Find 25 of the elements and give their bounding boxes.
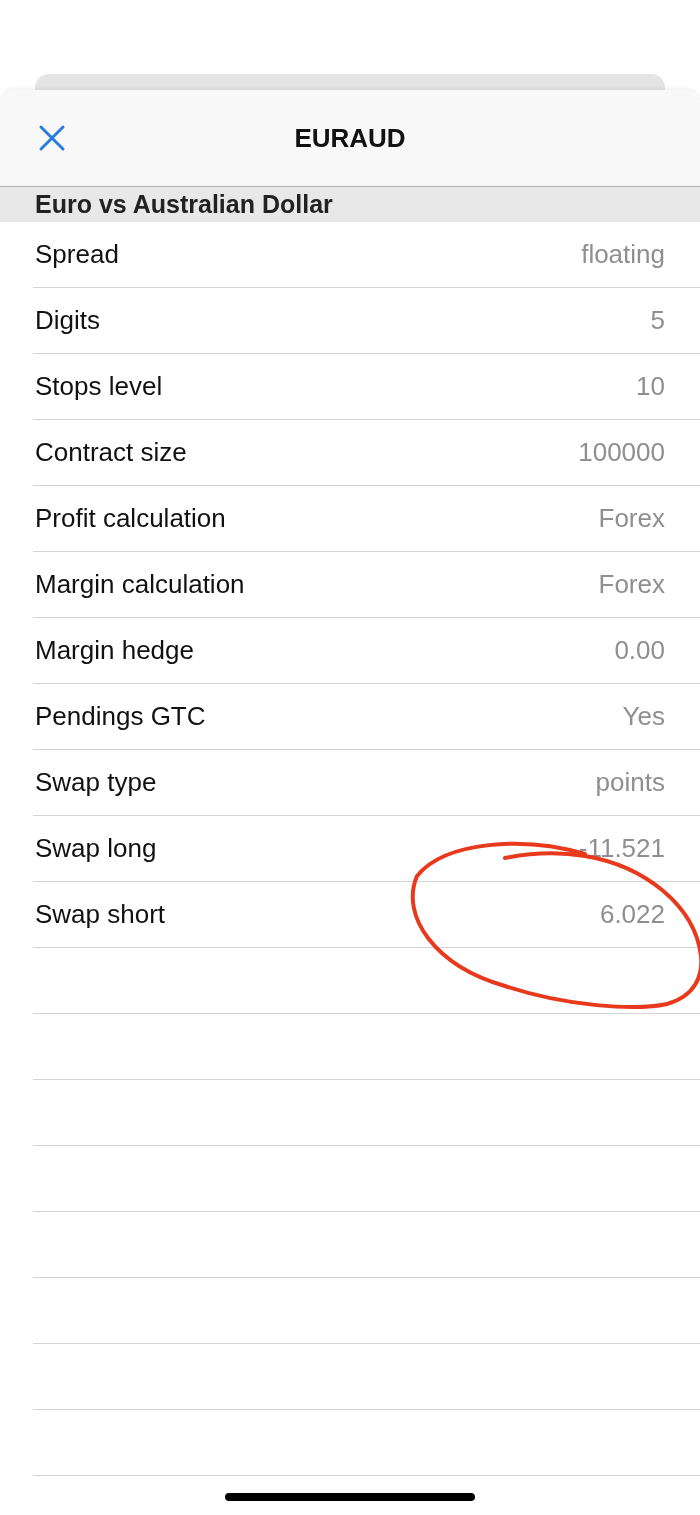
row-value: 6.022 xyxy=(599,899,665,930)
row-value: Yes xyxy=(622,701,665,732)
row-value: points xyxy=(595,767,665,798)
row-value: 100000 xyxy=(578,437,665,468)
row-value: floating xyxy=(581,239,665,270)
row-label: Spread xyxy=(35,239,119,270)
row-value: Forex xyxy=(598,503,665,534)
row-label: Contract size xyxy=(35,437,187,468)
row-label: Margin hedge xyxy=(35,635,194,666)
row-label: Pendings GTC xyxy=(35,701,206,732)
row-label: Stops level xyxy=(35,371,163,402)
row-value: 10 xyxy=(636,371,665,402)
row-value: Forex xyxy=(598,569,665,600)
row-value: 5 xyxy=(650,305,665,336)
row-label: Swap short xyxy=(35,899,166,930)
row-value: -11.521 xyxy=(578,833,665,864)
close-icon xyxy=(38,124,66,152)
row-value: 0.00 xyxy=(614,635,665,666)
row-label: Digits xyxy=(35,305,100,336)
window-title: EURAUD xyxy=(294,122,406,154)
row-label: Profit calculation xyxy=(35,503,226,534)
row-label: Margin calculation xyxy=(35,569,245,600)
row-label: Swap long xyxy=(35,833,157,864)
row-label: Swap type xyxy=(35,767,157,798)
section-title: Euro vs Australian Dollar xyxy=(35,190,333,219)
